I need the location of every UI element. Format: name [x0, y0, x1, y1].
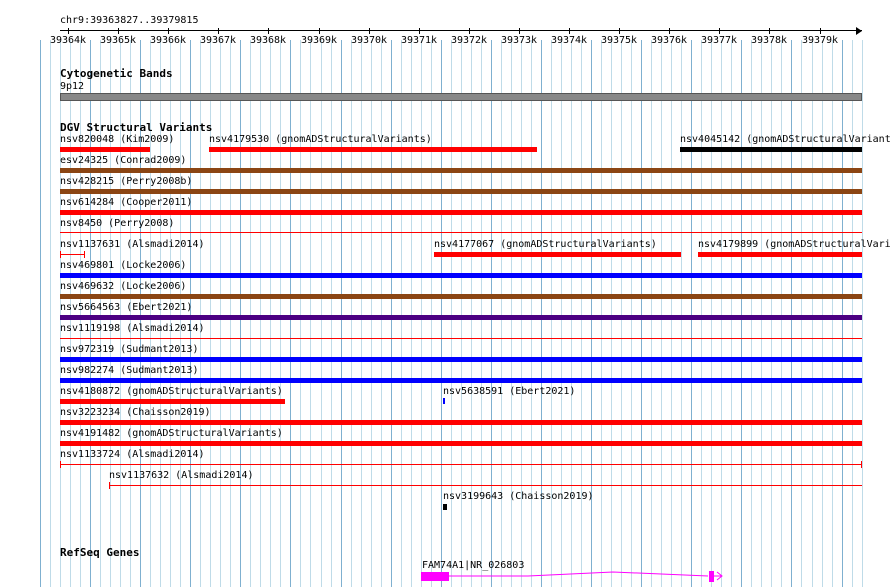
- ruler-tick-label: 39372k: [450, 35, 488, 46]
- feature-label: nsv8450 (Perry2008): [60, 218, 175, 229]
- feature-bar[interactable]: [60, 294, 862, 299]
- feature-end-right: [861, 461, 862, 468]
- ruler-line: [60, 30, 862, 31]
- ruler-tick-label: 39364k: [49, 35, 87, 46]
- ruler-tick-label: 39370k: [350, 35, 388, 46]
- ruler-tick: [168, 28, 169, 34]
- feature-label: nsv4177067 (gnomADStructuralVariants): [434, 239, 657, 250]
- feature-bar[interactable]: [698, 252, 862, 257]
- feature-label: nsv5638591 (Ebert2021): [443, 386, 576, 397]
- ruler-arrow-icon: [856, 27, 862, 35]
- feature-label: nsv469801 (Locke2006): [60, 260, 187, 271]
- ruler-tick-label: 39377k: [700, 35, 738, 46]
- feature-bar[interactable]: [60, 357, 862, 362]
- feature-bar[interactable]: [60, 378, 862, 383]
- region-label: chr9:39363827..39379815: [60, 15, 199, 26]
- ruler-tick: [820, 28, 821, 34]
- ruler-tick: [319, 28, 320, 34]
- feature-label: nsv4045142 (gnomADStructuralVariants): [680, 134, 890, 145]
- ruler-tick: [118, 28, 119, 34]
- gene-exon: [421, 572, 449, 581]
- feature-label: nsv614284 (Cooper2011): [60, 197, 193, 208]
- feature-label: nsv3199643 (Chaisson2019): [443, 491, 594, 502]
- feature-label: nsv972319 (Sudmant2013): [60, 344, 199, 355]
- ruler-tick: [519, 28, 520, 34]
- ruler-tick: [68, 28, 69, 34]
- feature-label: nsv4180872 (gnomADStructuralVariants): [60, 386, 283, 397]
- feature-bar[interactable]: [60, 399, 285, 404]
- feature-end-left: [109, 482, 110, 489]
- dgv-track-title: DGV Structural Variants: [60, 121, 213, 134]
- feature-bar[interactable]: [434, 252, 681, 257]
- feature-bar[interactable]: [209, 147, 537, 152]
- gene-exon: [709, 571, 714, 582]
- feature-label: nsv469632 (Locke2006): [60, 281, 187, 292]
- feature-bar[interactable]: [60, 168, 862, 173]
- ruler-tick: [268, 28, 269, 34]
- cyto-band-label[interactable]: 9p12: [60, 81, 84, 93]
- feature-label: nsv3223234 (Chaisson2019): [60, 407, 211, 418]
- feature-bar[interactable]: [443, 398, 445, 404]
- feature-bar[interactable]: [60, 254, 85, 255]
- feature-label: nsv1137631 (Alsmadi2014): [60, 239, 205, 250]
- ruler-tick: [769, 28, 770, 34]
- feature-bar[interactable]: [680, 147, 862, 152]
- ruler-tick-label: 39379k: [801, 35, 839, 46]
- ruler-tick-label: 39366k: [149, 35, 187, 46]
- ruler-tick: [719, 28, 720, 34]
- feature-label: nsv1137632 (Alsmadi2014): [109, 470, 254, 481]
- feature-bar[interactable]: [60, 147, 150, 152]
- cyto-track-title: Cytogenetic Bands: [60, 67, 173, 80]
- gene-intron: [449, 571, 709, 577]
- feature-bar[interactable]: [60, 210, 862, 215]
- feature-bar[interactable]: [60, 464, 862, 465]
- ruler-tick-label: 39369k: [300, 35, 338, 46]
- feature-label: nsv1119198 (Alsmadi2014): [60, 323, 205, 334]
- feature-label: nsv428215 (Perry2008b): [60, 176, 193, 187]
- feature-label: nsv820048 (Kim2009): [60, 134, 175, 145]
- ruler-tick-label: 39371k: [400, 35, 438, 46]
- feature-bar[interactable]: [443, 504, 447, 510]
- feature-end-left: [60, 251, 61, 258]
- ruler-tick: [369, 28, 370, 34]
- feature-bar[interactable]: [60, 273, 862, 278]
- feature-label: nsv4191482 (gnomADStructuralVariants): [60, 428, 283, 439]
- ruler-tick: [419, 28, 420, 34]
- feature-bar[interactable]: [60, 232, 862, 233]
- feature-bar[interactable]: [60, 441, 862, 446]
- feature-bar[interactable]: [60, 420, 862, 425]
- feature-bar[interactable]: [60, 189, 862, 194]
- ruler-tick: [218, 28, 219, 34]
- feature-label: nsv4179899 (gnomADStructuralVariants): [698, 239, 890, 250]
- feature-bar[interactable]: [60, 338, 862, 339]
- ruler-tick-label: 39367k: [199, 35, 237, 46]
- feature-end-left: [60, 461, 61, 468]
- ruler-tick-label: 39378k: [750, 35, 788, 46]
- feature-label: esv24325 (Conrad2009): [60, 155, 187, 166]
- ruler-tick: [619, 28, 620, 34]
- ruler-tick-label: 39368k: [249, 35, 287, 46]
- ruler-tick: [669, 28, 670, 34]
- feature-label: nsv1133724 (Alsmadi2014): [60, 449, 205, 460]
- ruler-tick: [569, 28, 570, 34]
- ruler-tick-label: 39374k: [550, 35, 588, 46]
- feature-end-right: [84, 251, 85, 258]
- ruler-tick: [469, 28, 470, 34]
- feature-label: nsv982274 (Sudmant2013): [60, 365, 199, 376]
- feature-label: nsv5664563 (Ebert2021): [60, 302, 193, 313]
- refseq-track-title: RefSeq Genes: [60, 546, 140, 559]
- ruler-tick-label: 39375k: [600, 35, 638, 46]
- gene-model[interactable]: [418, 568, 730, 584]
- ruler-tick-label: 39373k: [500, 35, 538, 46]
- cyto-band-bar[interactable]: [60, 93, 862, 101]
- ruler-tick-label: 39376k: [650, 35, 688, 46]
- feature-bar[interactable]: [60, 315, 862, 320]
- feature-label: nsv4179530 (gnomADStructuralVariants): [209, 134, 432, 145]
- ruler-tick-label: 39365k: [99, 35, 137, 46]
- feature-bar[interactable]: [109, 485, 862, 486]
